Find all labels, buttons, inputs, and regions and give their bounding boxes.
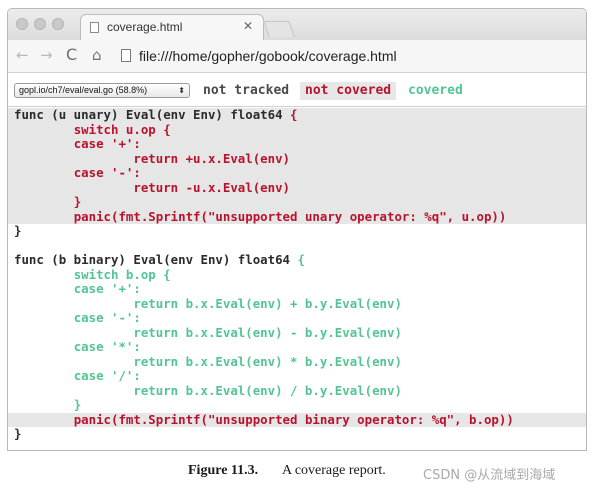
code-segment: return b.x.Eval(env) + b.y.Eval(env) xyxy=(133,295,402,311)
code-line: } xyxy=(8,397,586,413)
navigation-toolbar: ← → C ⌂ file:///home/gopher/gobook/cover… xyxy=(8,40,586,73)
zoom-window-button[interactable] xyxy=(52,18,64,30)
title-bar: coverage.html ✕ xyxy=(8,9,586,40)
code-line: func (u unary) Eval(env Env) float64 { xyxy=(8,107,586,123)
code-segment: case '-': xyxy=(73,310,141,325)
page-icon xyxy=(90,22,99,33)
code-line: } xyxy=(8,194,586,210)
code-segment: return b.x.Eval(env) / b.y.Eval(env) xyxy=(133,382,402,398)
code-segment: return -u.x.Eval(env) xyxy=(133,179,291,195)
code-line: return b.x.Eval(env) / b.y.Eval(env) xyxy=(8,382,586,399)
code-line: } xyxy=(8,223,586,239)
code-segment: } xyxy=(14,223,22,238)
code-segment: case '+': xyxy=(73,281,141,296)
code-segment: func (b binary) Eval(env Env) float64 xyxy=(14,252,298,267)
close-window-button[interactable] xyxy=(16,18,28,30)
code-segment: case '-': xyxy=(73,165,141,180)
code-segment: switch u.op { xyxy=(73,121,171,137)
code-line: case '-': xyxy=(8,310,586,326)
code-line: return b.x.Eval(env) - b.y.Eval(env) xyxy=(8,324,586,341)
code-segment: switch b.op { xyxy=(73,266,171,282)
code-line: case '+': xyxy=(8,281,586,297)
code-segment: return b.x.Eval(env) - b.y.Eval(env) xyxy=(133,324,402,340)
window-controls xyxy=(16,18,64,30)
code-line: case '/': xyxy=(8,368,586,384)
code-segment: return +u.x.Eval(env) xyxy=(133,150,291,166)
figure-caption: Figure 11.3. A coverage report. CSDN @从流… xyxy=(0,463,596,483)
code-line: panic(fmt.Sprintf("unsupported unary ope… xyxy=(8,208,586,224)
code-line: } xyxy=(8,426,586,442)
code-segment: { xyxy=(297,252,305,267)
code-segment: } xyxy=(14,426,22,441)
file-select-value: gopl.io/ch7/eval/eval.go (58.8%) xyxy=(19,85,148,95)
caption-label: Figure 11.3. xyxy=(188,463,259,478)
code-line: switch u.op { xyxy=(8,121,586,137)
browser-window: coverage.html ✕ ← → C ⌂ file:///home/gop… xyxy=(7,8,587,451)
reload-icon[interactable]: C xyxy=(66,47,77,63)
close-icon[interactable]: ✕ xyxy=(243,19,253,33)
address-bar[interactable]: file:///home/gopher/gobook/coverage.html xyxy=(139,48,397,64)
code-segment: case '*': xyxy=(73,339,141,354)
code-segment: } xyxy=(73,397,82,412)
home-icon[interactable]: ⌂ xyxy=(92,47,102,63)
legend-not-covered: not covered xyxy=(300,82,397,100)
code-line: switch b.op { xyxy=(8,266,586,283)
legend-not-tracked: not tracked xyxy=(203,83,290,98)
code-segment: } xyxy=(73,194,82,209)
file-icon xyxy=(121,49,131,62)
code-segment: panic(fmt.Sprintf("unsupported binary op… xyxy=(73,411,514,427)
tab-title: coverage.html xyxy=(107,20,183,34)
coverage-topbar: gopl.io/ch7/eval/eval.go (58.8%) ⬍ not t… xyxy=(8,73,586,107)
code-segment: case '/': xyxy=(73,368,141,383)
code-segment: func (u unary) Eval(env Env) float64 xyxy=(14,107,291,122)
file-select[interactable]: gopl.io/ch7/eval/eval.go (58.8%) ⬍ xyxy=(14,83,190,98)
code-line: func (b binary) Eval(env Env) float64 { xyxy=(8,252,586,268)
code-line: case '-': xyxy=(8,165,586,181)
source-code: func (u unary) Eval(env Env) float64 { s… xyxy=(8,107,586,442)
caption-text: A coverage report. xyxy=(282,463,386,478)
legend-covered: covered xyxy=(408,83,463,98)
code-segment: return b.x.Eval(env) * b.y.Eval(env) xyxy=(133,353,402,369)
tab-coverage[interactable]: coverage.html ✕ xyxy=(80,14,264,40)
forward-arrow-icon[interactable]: → xyxy=(40,47,53,63)
code-line: panic(fmt.Sprintf("unsupported binary op… xyxy=(8,411,586,427)
select-arrows-icon: ⬍ xyxy=(178,86,185,95)
code-segment: case '+': xyxy=(73,136,141,151)
back-arrow-icon[interactable]: ← xyxy=(16,47,29,63)
minimize-window-button[interactable] xyxy=(34,18,46,30)
code-segment: { xyxy=(290,107,298,122)
page-content: gopl.io/ch7/eval/eval.go (58.8%) ⬍ not t… xyxy=(8,73,586,450)
code-line: return +u.x.Eval(env) xyxy=(8,150,586,166)
new-tab-button[interactable] xyxy=(263,21,295,37)
code-line: return b.x.Eval(env) + b.y.Eval(env) xyxy=(8,295,586,312)
code-line: case '+': xyxy=(8,136,586,152)
code-segment: panic(fmt.Sprintf("unsupported unary ope… xyxy=(73,208,507,224)
code-line: return -u.x.Eval(env) xyxy=(8,179,586,195)
code-line: case '*': xyxy=(8,339,586,355)
code-line: return b.x.Eval(env) * b.y.Eval(env) xyxy=(8,353,586,370)
watermark: CSDN @从流域到海域 xyxy=(423,468,556,483)
